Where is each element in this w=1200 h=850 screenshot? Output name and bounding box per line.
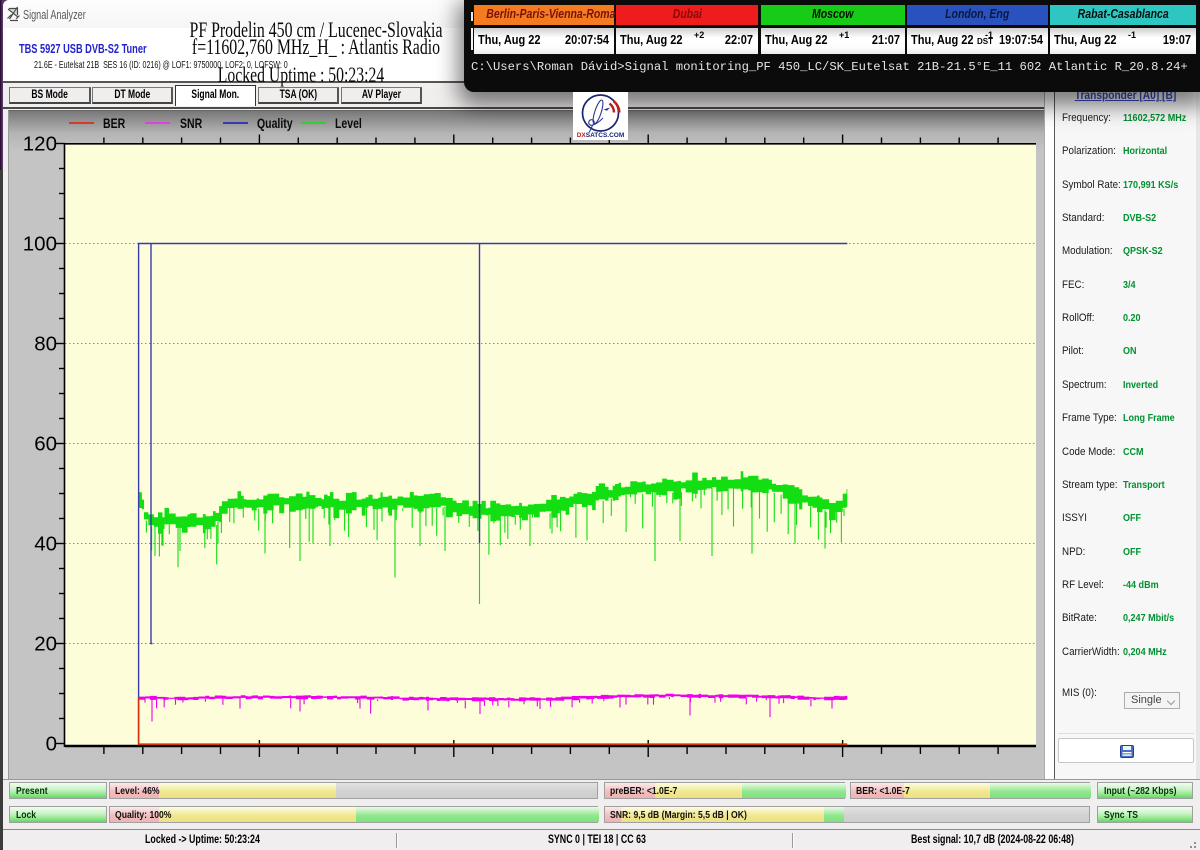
svg-text:20: 20 [34,633,57,656]
svg-text:40: 40 [34,533,57,556]
svg-text:DXSATCS.COM: DXSATCS.COM [577,132,625,139]
svg-text:120: 120 [23,133,57,156]
svg-text:80: 80 [34,333,57,356]
svg-text:60: 60 [34,433,57,456]
svg-text:100: 100 [23,233,57,256]
svg-text:0: 0 [46,733,57,756]
